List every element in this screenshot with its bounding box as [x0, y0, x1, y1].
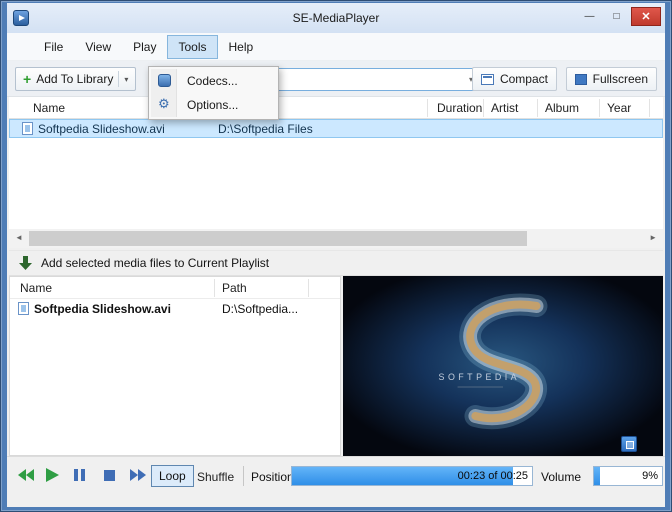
chevron-down-icon[interactable]: ▾	[124, 75, 128, 84]
tools-menu-dropdown: Codecs... ⚙ Options...	[148, 66, 279, 120]
pause-icon	[74, 469, 85, 481]
fullscreen-label: Fullscreen	[592, 72, 648, 86]
library-row-path: D:\Softpedia Files	[218, 122, 313, 136]
column-header-year[interactable]: Year	[607, 101, 631, 115]
menubar: File View Play Tools Help	[7, 33, 665, 61]
menu-file[interactable]: File	[33, 35, 74, 59]
media-file-icon	[22, 122, 33, 135]
playlist-column-headers: Name Path	[10, 277, 340, 299]
app-icon	[13, 10, 29, 26]
codecs-label: Codecs...	[187, 74, 238, 88]
video-panel[interactable]: SOFTPEDIA	[343, 276, 663, 456]
library-column-headers: Name Duration Artist Album Year	[9, 97, 663, 119]
next-icon	[130, 469, 146, 481]
column-separator	[537, 99, 538, 117]
library-row[interactable]: Softpedia Slideshow.avi D:\Softpedia Fil…	[9, 119, 663, 138]
app-window: SE-MediaPlayer — □ ✕ File View Play Tool…	[0, 0, 672, 512]
compact-label: Compact	[499, 72, 548, 86]
column-separator	[649, 99, 650, 117]
maximize-button[interactable]: □	[604, 7, 629, 26]
close-icon: ✕	[641, 11, 651, 23]
menu-item-options[interactable]: ⚙ Options...	[151, 93, 276, 117]
column-header-album[interactable]: Album	[545, 101, 579, 115]
window-title: SE-MediaPlayer	[292, 11, 380, 25]
pause-button[interactable]	[71, 467, 89, 483]
controls-separator	[243, 466, 244, 486]
volume-fill	[594, 467, 601, 485]
previous-icon	[18, 469, 34, 481]
column-header-name[interactable]: Name	[33, 101, 65, 115]
fullscreen-icon	[574, 73, 587, 85]
menu-item-codecs[interactable]: Codecs...	[151, 69, 276, 93]
column-separator	[308, 279, 309, 297]
options-gear-icon: ⚙	[158, 96, 170, 111]
next-button[interactable]	[129, 467, 147, 483]
column-separator	[599, 99, 600, 117]
add-to-library-button[interactable]: + Add To Library ▾	[15, 67, 137, 91]
window-buttons: — □ ✕	[577, 7, 661, 26]
menu-help[interactable]: Help	[218, 35, 265, 59]
down-arrow-icon	[19, 256, 32, 270]
video-overlay-icon[interactable]	[621, 436, 637, 452]
softpedia-watermark: SOFTPEDIA	[439, 372, 520, 382]
volume-percent-text: 9%	[642, 470, 658, 482]
fullscreen-button[interactable]: Fullscreen	[565, 67, 657, 91]
scroll-right-icon[interactable]: ►	[649, 233, 657, 242]
minimize-icon: —	[584, 11, 595, 22]
loop-button[interactable]: Loop	[151, 465, 194, 487]
menu-play[interactable]: Play	[122, 35, 167, 59]
column-separator	[483, 99, 484, 117]
album-art: SOFTPEDIA	[343, 276, 663, 456]
minimize-button[interactable]: —	[577, 7, 602, 26]
compact-button[interactable]: Compact	[471, 67, 557, 91]
loop-label: Loop	[159, 469, 186, 483]
media-file-icon	[18, 302, 29, 315]
stop-button[interactable]	[101, 467, 119, 483]
volume-label: Volume	[541, 470, 582, 484]
toolbar: + Add To Library ▾ ✕ ▾ Compact Fullscree…	[7, 61, 665, 97]
column-separator	[427, 99, 428, 117]
compact-window-icon	[480, 73, 494, 85]
play-icon	[46, 468, 59, 482]
library-list: Softpedia Slideshow.avi D:\Softpedia Fil…	[9, 119, 663, 229]
playlist-header-name[interactable]: Name	[20, 281, 52, 295]
stop-icon	[104, 470, 115, 481]
column-separator	[214, 279, 215, 297]
close-button[interactable]: ✕	[631, 7, 661, 26]
scroll-left-icon[interactable]: ◄	[15, 233, 23, 242]
playback-controls: Loop Shuffle Position 00:23 of 00:25 Vol…	[7, 456, 665, 507]
titlebar: SE-MediaPlayer — □ ✕	[7, 3, 665, 33]
client-area: File View Play Tools Help + Add To Libra…	[7, 33, 665, 507]
playlist-row-name: Softpedia Slideshow.avi	[34, 302, 171, 316]
play-button[interactable]	[43, 467, 61, 483]
column-header-duration[interactable]: Duration	[437, 101, 482, 115]
options-label: Options...	[187, 98, 239, 112]
previous-button[interactable]	[17, 467, 35, 483]
playlist-panel: Name Path Softpedia Slideshow.avi D:\Sof…	[9, 276, 341, 456]
add-to-library-label: Add To Library	[36, 72, 114, 86]
menu-tools[interactable]: Tools	[167, 34, 218, 59]
position-label: Position	[251, 470, 294, 484]
horizontal-scrollbar[interactable]: ◄ ►	[9, 229, 663, 248]
position-time-text: 00:23 of 00:25	[457, 470, 528, 482]
shuffle-button[interactable]: Shuffle	[197, 470, 234, 484]
button-divider	[118, 71, 120, 87]
position-slider[interactable]: 00:23 of 00:25	[291, 466, 533, 486]
column-header-artist[interactable]: Artist	[491, 101, 518, 115]
add-to-playlist-bar[interactable]: Add selected media files to Current Play…	[9, 250, 663, 276]
maximize-icon: □	[613, 11, 620, 22]
menu-view[interactable]: View	[74, 35, 122, 59]
add-to-playlist-label: Add selected media files to Current Play…	[41, 256, 270, 270]
scrollbar-thumb[interactable]	[29, 231, 527, 246]
playlist-row[interactable]: Softpedia Slideshow.avi D:\Softpedia...	[10, 299, 340, 319]
codecs-icon	[158, 74, 171, 87]
playlist-header-path[interactable]: Path	[222, 281, 247, 295]
watermark-subline	[457, 386, 503, 388]
plus-icon: +	[23, 71, 32, 87]
playlist-row-path: D:\Softpedia...	[222, 302, 299, 316]
library-row-name: Softpedia Slideshow.avi	[38, 122, 165, 136]
volume-slider[interactable]: 9%	[593, 466, 663, 486]
